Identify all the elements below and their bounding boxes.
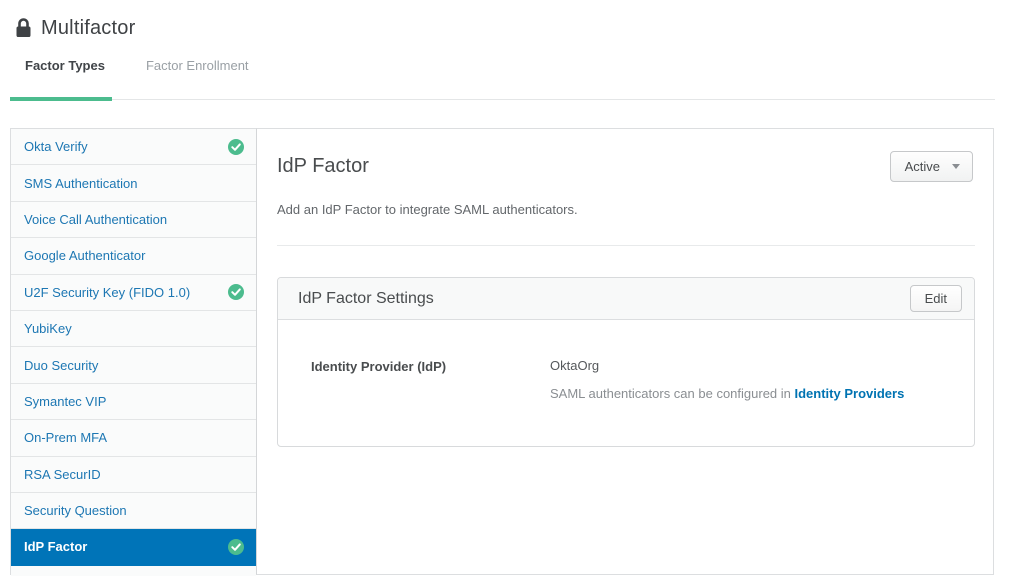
- sidebar-item-idp-factor[interactable]: IdP Factor: [11, 529, 256, 566]
- sidebar-item-label: Okta Verify: [24, 139, 88, 155]
- sidebar-item-label: YubiKey: [24, 321, 72, 337]
- status-dropdown-button[interactable]: Active: [889, 151, 973, 182]
- identity-providers-link[interactable]: Identity Providers: [795, 386, 905, 401]
- factor-description: Add an IdP Factor to integrate SAML auth…: [277, 202, 578, 217]
- factor-type-list: Okta Verify SMS Authentication Voice Cal…: [10, 128, 257, 576]
- edit-button[interactable]: Edit: [909, 285, 962, 312]
- sidebar-item-yubikey[interactable]: YubiKey: [11, 310, 256, 348]
- sidebar-item-duo-security[interactable]: Duo Security: [11, 347, 256, 384]
- sidebar-item-google-authenticator[interactable]: Google Authenticator: [11, 238, 256, 275]
- settings-card-body: Identity Provider (IdP) OktaOrg SAML aut…: [278, 320, 974, 446]
- factor-title: IdP Factor: [277, 155, 369, 177]
- section-divider: [277, 245, 975, 246]
- tab-factor-types[interactable]: Factor Types: [25, 58, 105, 91]
- sidebar-item-rsa-securid[interactable]: RSA SecurID: [11, 456, 256, 493]
- sidebar-item-label: U2F Security Key (FIDO 1.0): [24, 284, 191, 300]
- lock-icon: [14, 18, 32, 38]
- sidebar-item-u2f-security-key-fido-1-0[interactable]: U2F Security Key (FIDO 1.0): [11, 274, 256, 311]
- sidebar-item-label: Duo Security: [24, 357, 99, 373]
- check-circle-icon: [228, 284, 244, 301]
- page-title: Multifactor: [41, 16, 136, 39]
- sidebar-item-label: Symantec VIP: [24, 393, 107, 409]
- settings-card-title: IdP Factor Settings: [298, 289, 434, 307]
- sidebar-item-on-prem-mfa[interactable]: On-Prem MFA: [11, 420, 256, 457]
- sidebar-item-label: On-Prem MFA: [24, 430, 108, 446]
- page-header: Multifactor: [0, 0, 1009, 44]
- sidebar-item-partial: [11, 565, 256, 576]
- sidebar-item-sms-authentication[interactable]: SMS Authentication: [11, 165, 256, 202]
- note-text: SAML authenticators can be configured in: [550, 386, 795, 401]
- sidebar-item-security-question[interactable]: Security Question: [11, 492, 256, 530]
- sidebar-item-okta-verify[interactable]: Okta Verify: [11, 129, 256, 166]
- check-circle-icon: [228, 538, 244, 555]
- sidebar-item-label: IdP Factor: [24, 539, 88, 555]
- sidebar-item-symantec-vip[interactable]: Symantec VIP: [11, 383, 256, 421]
- tab-bar: Factor Types Factor Enrollment: [0, 44, 1009, 101]
- check-circle-icon: [228, 138, 244, 155]
- sidebar-item-label: Security Question: [24, 503, 127, 519]
- identity-provider-value: OktaOrg: [550, 358, 600, 373]
- sidebar-item-label: Google Authenticator: [24, 248, 146, 264]
- settings-card-header: IdP Factor Settings Edit: [278, 278, 974, 320]
- active-tab-underline: [10, 97, 112, 101]
- identity-provider-note: SAML authenticators can be configured in…: [550, 386, 954, 401]
- sidebar-item-label: SMS Authentication: [24, 175, 138, 191]
- chevron-down-icon: [952, 164, 960, 169]
- factor-detail-panel: IdP Factor Active Add an IdP Factor to i…: [257, 128, 994, 575]
- sidebar-item-voice-call-authentication[interactable]: Voice Call Authentication: [11, 201, 256, 239]
- status-dropdown-label: Active: [904, 159, 940, 174]
- tab-factor-enrollment[interactable]: Factor Enrollment: [146, 58, 249, 91]
- content-area: Okta Verify SMS Authentication Voice Cal…: [10, 128, 994, 576]
- sidebar-item-label: RSA SecurID: [24, 466, 101, 482]
- identity-provider-label: Identity Provider (IdP): [311, 359, 447, 374]
- idp-factor-settings-card: IdP Factor Settings Edit Identity Provid…: [277, 277, 975, 447]
- sidebar-item-label: Voice Call Authentication: [24, 211, 168, 227]
- tab-divider: [10, 99, 995, 100]
